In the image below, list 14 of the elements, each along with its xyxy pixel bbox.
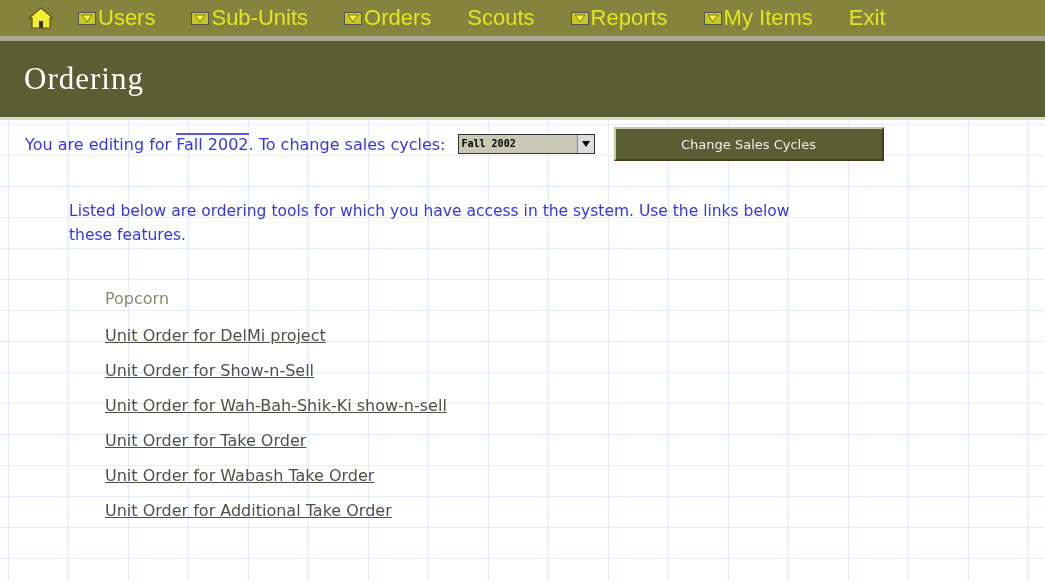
- order-link[interactable]: Unit Order for Wah-Bah-Shik-Ki show-n-sell: [105, 396, 447, 431]
- sales-cycle-select[interactable]: Fall 2002: [457, 134, 595, 154]
- order-link[interactable]: Unit Order for DelMi project: [105, 326, 326, 361]
- section-heading: Popcorn: [105, 289, 170, 310]
- home-icon[interactable]: [28, 7, 54, 29]
- order-link[interactable]: Unit Order for Show-n-Sell: [105, 361, 315, 396]
- order-link[interactable]: Unit Order for Additional Take Order: [105, 501, 392, 536]
- change-sales-cycles-button[interactable]: Change Sales Cycles: [613, 127, 884, 161]
- order-link[interactable]: Unit Order for Take Order: [105, 431, 307, 466]
- editing-label: You are editing for Fall 2002. To change sales cycles:: [25, 134, 446, 154]
- order-link[interactable]: Unit Order for Wabash Take Order: [105, 466, 375, 501]
- intro-text: Listed below are ordering tools for which you have access in the system. Use the links below these features.: [69, 201, 791, 246]
- page-title: Ordering: [24, 61, 144, 97]
- dropdown-arrow-icon: [581, 141, 590, 147]
